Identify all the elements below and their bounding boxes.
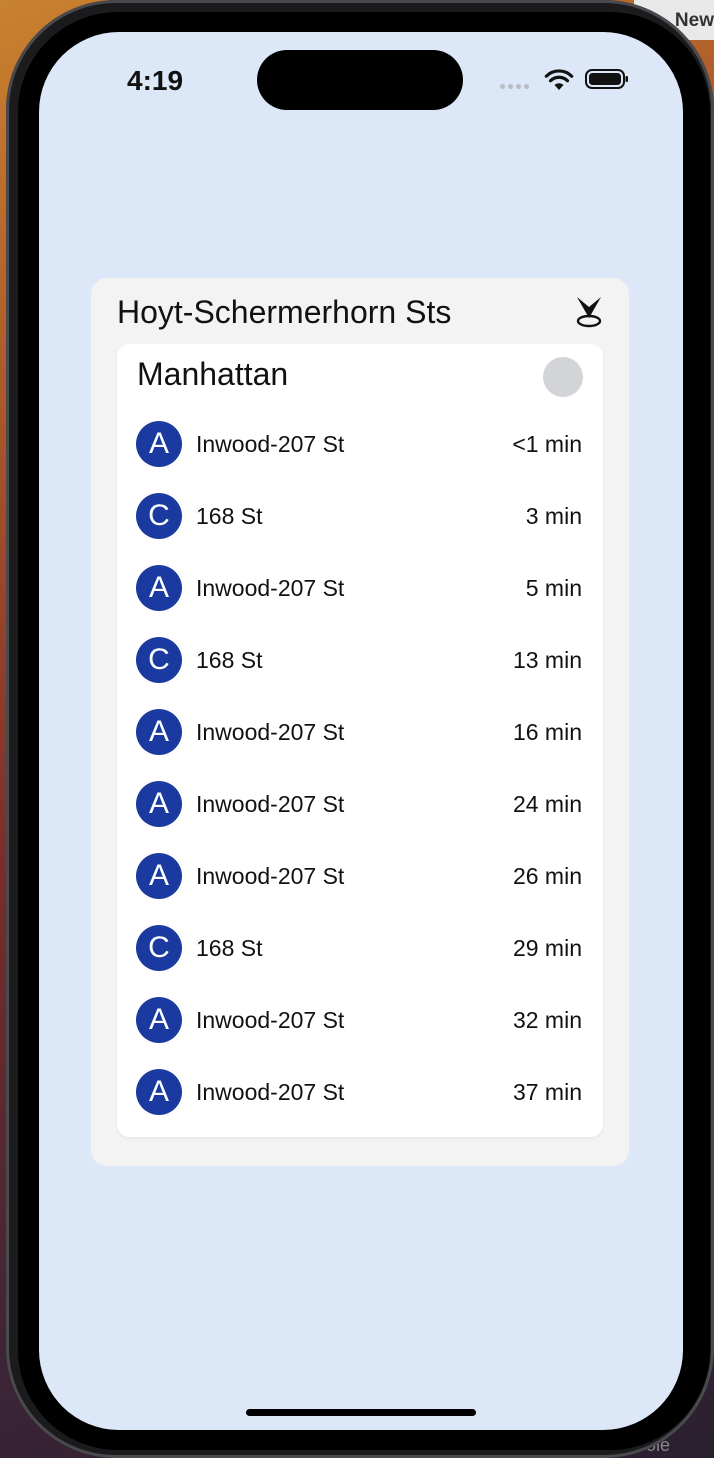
arrival-row[interactable]: A Inwood-207 St 5 min (117, 552, 603, 624)
arrival-eta: 3 min (525, 502, 582, 529)
arrival-destination: Inwood-207 St (196, 862, 345, 889)
route-bullet-icon: C (136, 637, 182, 683)
route-bullet-icon: A (136, 853, 182, 899)
arrival-row[interactable]: C 168 St 13 min (117, 624, 603, 696)
cellular-signal-icon (500, 84, 529, 89)
arrival-destination: 168 St (196, 502, 263, 529)
battery-icon (585, 69, 628, 89)
route-bullet-icon: A (136, 997, 182, 1043)
route-bullet-icon: A (136, 709, 182, 755)
route-bullet-icon: C (136, 925, 182, 971)
arrival-destination: Inwood-207 St (196, 718, 345, 745)
arrival-eta: <1 min (512, 430, 582, 457)
arrival-destination: Inwood-207 St (196, 574, 345, 601)
refresh-status-indicator[interactable] (543, 357, 583, 397)
phone-screen: 4:19 Hoyt-Schermerhorn Sts Manhattan A I… (39, 32, 683, 1430)
arrival-eta: 37 min (512, 1078, 582, 1105)
arrival-row[interactable]: A Inwood-207 St 26 min (117, 840, 603, 912)
arrival-row[interactable]: A Inwood-207 St 37 min (117, 1056, 603, 1128)
arrival-row[interactable]: C 168 St 3 min (117, 480, 603, 552)
route-bullet-icon: C (136, 493, 182, 539)
station-card: Hoyt-Schermerhorn Sts Manhattan A Inwood… (91, 278, 629, 1166)
arrival-destination: Inwood-207 St (196, 430, 345, 457)
arrival-destination: Inwood-207 St (196, 1006, 345, 1033)
arrival-destination: 168 St (196, 934, 263, 961)
route-bullet-icon: A (136, 421, 182, 467)
arrival-list: A Inwood-207 St <1 min C 168 St 3 min A … (117, 408, 603, 1128)
arrival-eta: 5 min (525, 574, 582, 601)
station-name: Hoyt-Schermerhorn Sts (117, 294, 452, 330)
route-bullet-icon: A (136, 781, 182, 827)
arrival-destination: Inwood-207 St (196, 1078, 345, 1105)
arrival-row[interactable]: A Inwood-207 St <1 min (117, 408, 603, 480)
route-bullet-icon: A (136, 565, 182, 611)
location-pin-icon[interactable] (573, 294, 605, 330)
route-bullet-icon: A (136, 1069, 182, 1115)
arrival-row[interactable]: A Inwood-207 St 32 min (117, 984, 603, 1056)
home-indicator[interactable] (246, 1409, 476, 1416)
dynamic-island (257, 50, 463, 110)
arrival-destination: Inwood-207 St (196, 790, 345, 817)
arrival-eta: 24 min (512, 790, 582, 817)
status-time: 4:19 (127, 65, 184, 96)
arrival-row[interactable]: C 168 St 29 min (117, 912, 603, 984)
arrival-destination: 168 St (196, 646, 263, 673)
arrival-row[interactable]: A Inwood-207 St 24 min (117, 768, 603, 840)
arrival-eta: 16 min (512, 718, 582, 745)
direction-panel: Manhattan A Inwood-207 St <1 min C 168 S… (117, 344, 603, 1137)
desktop-window-title: New (674, 10, 714, 31)
arrival-eta: 32 min (512, 1006, 582, 1033)
wifi-icon (544, 69, 574, 90)
arrival-eta: 26 min (512, 862, 582, 889)
arrival-row[interactable]: A Inwood-207 St 16 min (117, 696, 603, 768)
arrival-eta: 13 min (512, 646, 582, 673)
direction-label: Manhattan (137, 356, 289, 392)
arrival-eta: 29 min (512, 934, 582, 961)
